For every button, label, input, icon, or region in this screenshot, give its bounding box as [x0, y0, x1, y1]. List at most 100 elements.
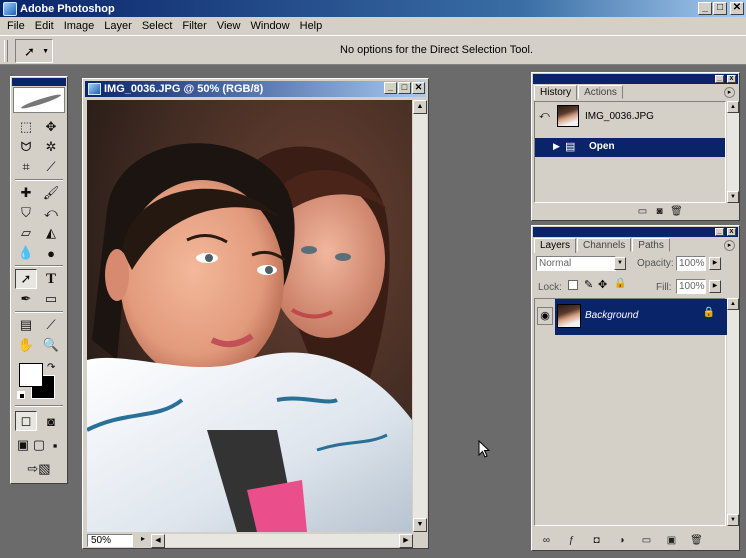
pen-tool-icon[interactable]: ✒ — [15, 289, 37, 309]
doc-close-button[interactable]: ✕ — [412, 82, 425, 94]
doc-maximize-button[interactable]: □ — [398, 82, 411, 94]
document-vertical-scrollbar[interactable]: ▲ ▼ — [413, 100, 427, 532]
scroll-up-arrow-icon[interactable]: ▲ — [413, 100, 427, 114]
new-layer-icon[interactable]: ▣ — [665, 535, 678, 546]
lock-transparency-icon[interactable] — [568, 280, 578, 290]
scroll-down-arrow-icon[interactable]: ▼ — [727, 514, 739, 526]
new-snapshot-icon[interactable]: ◙ — [653, 206, 666, 217]
layer-row-background[interactable]: ◉ Background 🔒 — [535, 299, 727, 335]
minimize-button[interactable]: _ — [698, 2, 712, 15]
notes-tool-icon[interactable]: ▤ — [15, 315, 37, 335]
history-state-marker-icon[interactable]: ▶ — [553, 141, 560, 152]
layers-panel-menu-button[interactable]: ▸ — [724, 240, 735, 251]
panel-close-button[interactable]: x — [727, 228, 736, 236]
lasso-tool-icon[interactable]: ᗢ — [15, 137, 37, 157]
full-screen-mode-icon[interactable]: ▪ — [47, 435, 63, 455]
status-menu-icon[interactable]: ▸ — [137, 534, 149, 547]
layers-panel-header[interactable]: _ x — [533, 227, 738, 237]
doc-minimize-button[interactable]: _ — [384, 82, 397, 94]
opacity-input[interactable]: 100% — [676, 256, 706, 271]
history-panel-header[interactable]: _ x — [533, 74, 738, 84]
swap-colors-icon[interactable]: ↷ — [47, 362, 55, 373]
tab-actions[interactable]: Actions — [578, 85, 623, 99]
scroll-left-arrow-icon[interactable]: ◀ — [151, 534, 165, 548]
menu-file[interactable]: File — [2, 20, 30, 32]
tab-layers[interactable]: Layers — [534, 238, 577, 253]
full-screen-menu-mode-icon[interactable]: ▢ — [31, 435, 47, 455]
eye-icon[interactable]: ◉ — [537, 307, 553, 325]
fill-input[interactable]: 100% — [676, 279, 706, 294]
menu-view[interactable]: View — [212, 20, 246, 32]
new-group-icon[interactable]: ▭ — [640, 535, 653, 546]
scroll-down-arrow-icon[interactable]: ▼ — [727, 191, 739, 203]
type-tool-icon[interactable]: T — [40, 269, 62, 289]
adjustment-layer-icon[interactable]: ◑ — [615, 535, 628, 546]
trash-icon[interactable]: 🗑 — [670, 206, 683, 217]
toolbox-header[interactable] — [12, 78, 66, 86]
jump-to-imageready-icon[interactable]: ⇨▧ — [15, 459, 63, 479]
scroll-down-arrow-icon[interactable]: ▼ — [413, 518, 427, 532]
standard-mode-icon[interactable]: ◻ — [15, 411, 37, 431]
menu-image[interactable]: Image — [59, 20, 100, 32]
scroll-up-arrow-icon[interactable]: ▲ — [727, 298, 739, 310]
maximize-button[interactable]: □ — [713, 2, 727, 15]
marquee-tool-icon[interactable]: ⬚ — [15, 117, 37, 137]
menu-filter[interactable]: Filter — [177, 20, 211, 32]
lock-all-icon[interactable]: 🔒 — [614, 278, 626, 289]
history-brush-source-icon[interactable]: ⤺ — [539, 110, 550, 121]
tab-paths[interactable]: Paths — [632, 238, 670, 252]
slice-tool-icon[interactable]: ⟋ — [40, 157, 62, 177]
document-title-bar[interactable]: IMG_0036.JPG @ 50% (RGB/8) _ □ ✕ — [85, 81, 426, 97]
history-brush-tool-icon[interactable]: ⤺ — [40, 203, 62, 223]
layer-mask-icon[interactable]: ◘ — [590, 535, 603, 546]
hand-tool-icon[interactable]: ✋ — [15, 335, 37, 355]
menu-help[interactable]: Help — [295, 20, 328, 32]
standard-screen-mode-icon[interactable]: ▣ — [15, 435, 31, 455]
options-bar-grip[interactable] — [4, 40, 8, 62]
link-layers-icon[interactable]: ∞ — [540, 535, 553, 546]
history-scrollbar[interactable]: ▲ ▼ — [727, 101, 739, 203]
shape-tool-icon[interactable]: ▭ — [40, 289, 62, 309]
trash-icon[interactable]: 🗑 — [690, 535, 703, 546]
paint-bucket-tool-icon[interactable]: ◭ — [40, 223, 62, 243]
quick-mask-mode-icon[interactable]: ◙ — [40, 411, 62, 431]
foreground-color-swatch[interactable] — [19, 363, 43, 387]
layer-style-icon[interactable]: ƒ — [565, 535, 578, 546]
tab-history[interactable]: History — [534, 85, 578, 100]
image-canvas[interactable] — [87, 100, 412, 532]
eraser-tool-icon[interactable]: ▱ — [15, 223, 37, 243]
scroll-right-arrow-icon[interactable]: ▶ — [399, 534, 413, 548]
lock-pixels-icon[interactable]: ✎ — [584, 278, 593, 291]
blend-mode-select[interactable]: Normal — [536, 256, 616, 271]
crop-tool-icon[interactable]: ⌗ — [15, 157, 37, 177]
blur-tool-icon[interactable]: 💧 — [15, 243, 37, 263]
menu-layer[interactable]: Layer — [99, 20, 137, 32]
clone-stamp-tool-icon[interactable]: ⛉ — [15, 203, 37, 223]
brush-tool-icon[interactable]: 🖌 — [40, 183, 62, 203]
menu-edit[interactable]: Edit — [30, 20, 59, 32]
tab-channels[interactable]: Channels — [577, 238, 632, 252]
history-panel-menu-button[interactable]: ▸ — [724, 87, 735, 98]
direct-selection-tool-icon[interactable]: ➚ — [15, 269, 37, 289]
move-tool-icon[interactable]: ✥ — [40, 117, 62, 137]
fill-slider-arrow-icon[interactable]: ▶ — [709, 280, 721, 293]
panel-minimize-button[interactable]: _ — [715, 228, 724, 236]
eyedropper-tool-icon[interactable]: ⟋ — [40, 315, 62, 335]
history-snapshot-row[interactable]: ⤺ IMG_0036.JPG — [535, 102, 725, 132]
photoshop-app-icon[interactable] — [3, 1, 17, 16]
menu-window[interactable]: Window — [246, 20, 295, 32]
healing-brush-tool-icon[interactable]: ✚ — [15, 183, 37, 203]
history-item-open[interactable]: ▶ ▤ Open — [535, 138, 725, 157]
layers-scrollbar[interactable]: ▲ ▼ — [727, 298, 739, 526]
close-button[interactable]: ✕ — [730, 2, 744, 15]
document-horizontal-scrollbar[interactable]: ◀ ▶ — [151, 534, 413, 548]
zoom-tool-icon[interactable]: 🔍 — [40, 335, 62, 355]
new-document-from-state-icon[interactable]: ▭ — [636, 206, 649, 217]
panel-close-button[interactable]: x — [727, 75, 736, 83]
lock-position-icon[interactable]: ✥ — [598, 278, 607, 291]
default-colors-icon[interactable] — [17, 391, 25, 399]
magic-wand-tool-icon[interactable]: ✲ — [40, 137, 62, 157]
tool-preset-picker[interactable]: ➚ ▼ — [15, 39, 53, 63]
panel-minimize-button[interactable]: _ — [715, 75, 724, 83]
photoshop-feather-logo[interactable] — [13, 87, 65, 113]
